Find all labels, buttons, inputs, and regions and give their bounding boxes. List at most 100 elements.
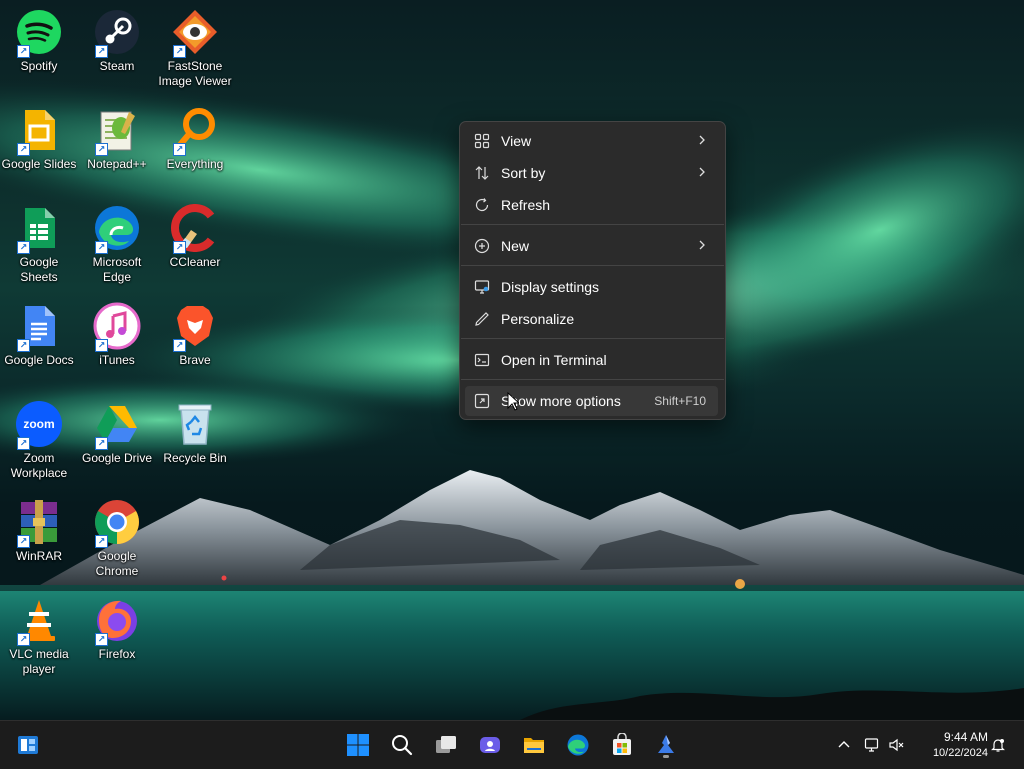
desktop-icon-label: Brave: [179, 353, 211, 367]
desktop-icon-label: FastStone Image Viewer: [158, 59, 232, 88]
shortcut-arrow-icon: ↗: [95, 535, 108, 548]
desktop-icon-google-docs[interactable]: ↗ Google Docs: [0, 302, 78, 368]
shortcut-arrow-icon: ↗: [17, 241, 30, 254]
search-icon: [392, 735, 413, 756]
chevron-right-icon: [699, 135, 705, 145]
desktop-icon-faststone[interactable]: ↗ FastStone Image Viewer: [156, 8, 234, 89]
notification-bell-icon: [991, 739, 1005, 752]
desktop-icon-edge[interactable]: ↗ Microsoft Edge: [78, 204, 156, 285]
desktop-icon-recycle-bin[interactable]: Recycle Bin: [156, 400, 234, 466]
task-view-button[interactable]: [430, 729, 462, 761]
menu-item-refresh[interactable]: Refresh: [465, 190, 718, 220]
notification-center-button[interactable]: [988, 735, 1008, 755]
chevron-right-icon: [699, 240, 705, 250]
shortcut-arrow-icon: ↗: [17, 339, 30, 352]
desktop-icon-chrome[interactable]: ↗ Google Chrome: [78, 498, 156, 579]
menu-item-label: Open in Terminal: [501, 352, 607, 368]
desktop-icon-zoom[interactable]: zoom ↗ Zoom Workplace: [0, 400, 78, 481]
shortcut-arrow-icon: ↗: [95, 45, 108, 58]
desktop-context-menu: View Sort by Refresh New Display setting…: [459, 121, 726, 420]
menu-item-label: New: [501, 238, 530, 254]
widgets-icon: [18, 736, 38, 754]
chevron-up-icon: [838, 741, 850, 748]
shortcut-arrow-icon: ↗: [17, 535, 30, 548]
menu-item-new[interactable]: New: [465, 231, 718, 261]
windows-logo-icon: [347, 734, 369, 756]
pen-icon: [473, 310, 491, 328]
plus-circle-icon: [473, 237, 491, 255]
desktop-icon-label: Google Drive: [81, 451, 153, 465]
desktop-icon-label: Firefox: [98, 647, 136, 661]
desktop-icon-steam[interactable]: ↗ Steam: [78, 8, 156, 74]
desktop-icon-label: Microsoft Edge: [92, 255, 142, 284]
desktop-icon-label: Spotify: [20, 59, 58, 73]
more-options-icon: [473, 392, 491, 410]
desktop-icon-google-drive[interactable]: ↗ Google Drive: [78, 400, 156, 466]
edge-button[interactable]: [562, 729, 594, 761]
menu-item-personalize[interactable]: Personalize: [465, 304, 718, 334]
meet-button[interactable]: [474, 729, 506, 761]
menu-separator: [461, 338, 724, 339]
menu-separator: [461, 379, 724, 380]
menu-item-sort-by[interactable]: Sort by: [465, 158, 718, 188]
shortcut-arrow-icon: ↗: [95, 241, 108, 254]
desktop-icon-label: Everything: [166, 157, 224, 171]
app-button[interactable]: [650, 729, 682, 761]
refresh-icon: [473, 196, 491, 214]
terminal-icon: [473, 351, 491, 369]
meet-icon: [480, 737, 500, 753]
start-button[interactable]: [342, 729, 374, 761]
menu-item-view[interactable]: View: [465, 126, 718, 156]
taskbar-clock[interactable]: 9:44 AM 10/22/2024: [912, 729, 988, 761]
edge-icon: [567, 734, 589, 756]
menu-item-label: Personalize: [501, 311, 575, 327]
desktop-icon-firefox[interactable]: ↗ Firefox: [78, 596, 156, 662]
menu-item-open-in-terminal[interactable]: Open in Terminal: [465, 345, 718, 375]
app-icon: [658, 735, 674, 753]
volume-button[interactable]: [886, 735, 906, 755]
desktop-icon-ccleaner[interactable]: ↗ CCleaner: [156, 204, 234, 270]
desktop-icon-brave[interactable]: ↗ Brave: [156, 302, 234, 368]
desktop-icon-label: Recycle Bin: [163, 451, 227, 465]
network-button[interactable]: [862, 735, 882, 755]
shortcut-arrow-icon: ↗: [95, 633, 108, 646]
desktop-icon-label: Notepad++: [87, 157, 147, 171]
desktop-icon-spotify[interactable]: ↗ Spotify: [0, 8, 78, 74]
widgets-button[interactable]: [12, 729, 44, 761]
shortcut-arrow-icon: ↗: [173, 339, 186, 352]
store-button[interactable]: [606, 729, 638, 761]
desktop-icon-itunes[interactable]: ↗ iTunes: [78, 302, 156, 368]
desktop-icon-notepadpp[interactable]: ↗ Notepad++: [78, 106, 156, 172]
volume-muted-icon: [889, 738, 904, 752]
shortcut-arrow-icon: ↗: [17, 143, 30, 156]
menu-item-display-settings[interactable]: Display settings: [465, 272, 718, 302]
desktop-icon-google-slides[interactable]: ↗ Google Slides: [0, 106, 78, 172]
menu-item-show-more-options[interactable]: Show more options Shift+F10: [465, 386, 718, 416]
shortcut-arrow-icon: ↗: [173, 45, 186, 58]
shortcut-arrow-icon: ↗: [95, 339, 108, 352]
desktop-icon-everything[interactable]: ↗ Everything: [156, 106, 234, 172]
shortcut-arrow-icon: ↗: [17, 437, 30, 450]
search-button[interactable]: [386, 729, 418, 761]
desktop-icon-label: Google Slides: [1, 157, 77, 171]
desktop-icon-label: Google Docs: [4, 353, 74, 367]
menu-item-label: View: [501, 133, 532, 149]
desktop-icon-google-sheets[interactable]: ↗ Google Sheets: [0, 204, 78, 285]
desktop-icon-vlc[interactable]: ↗ VLC media player: [0, 596, 78, 677]
desktop-icon-winrar[interactable]: ↗ WinRAR: [0, 498, 78, 564]
svg-text:zoom: zoom: [23, 417, 54, 431]
desktop-icon-label: Steam: [99, 59, 135, 73]
desktop-icon-label: Zoom Workplace: [10, 451, 68, 480]
show-hidden-icons-button[interactable]: [834, 735, 854, 755]
desktop-icon-label: iTunes: [99, 353, 135, 367]
menu-item-label: Refresh: [501, 197, 551, 213]
folder-icon: [524, 738, 544, 753]
chevron-right-icon: [699, 167, 705, 177]
shortcut-arrow-icon: ↗: [95, 437, 108, 450]
clock-time: 9:44 AM: [943, 730, 988, 744]
grid-view-icon: [473, 132, 491, 150]
file-explorer-button[interactable]: [518, 729, 550, 761]
menu-separator: [461, 224, 724, 225]
menu-separator: [461, 265, 724, 266]
desktop-icon-label: WinRAR: [15, 549, 62, 563]
